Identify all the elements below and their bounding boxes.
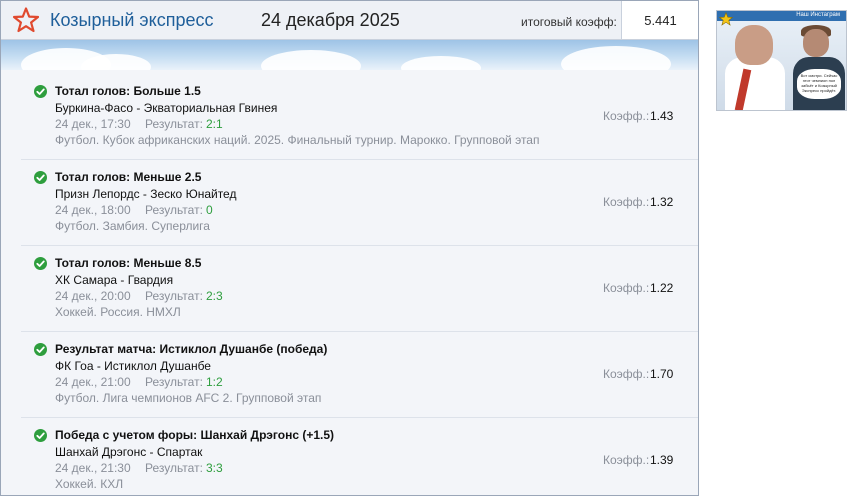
bet-league: Футбол. Лига чемпионов AFC 2. Групповой … <box>55 391 322 405</box>
coef-label: Коэфф.: <box>603 367 650 381</box>
coef-label: Коэфф.: <box>603 281 650 295</box>
bet-match: Шанхай Дрэгонс - Спартак <box>55 445 203 459</box>
bet-coef: 1.43 <box>650 109 674 123</box>
express-date: 24 декабря 2025 <box>261 10 400 30</box>
coef-label: Коэфф.: <box>603 195 650 209</box>
bet-market: Результат матча: Истиклол Душанбе (побед… <box>55 342 328 356</box>
bet-coef: 1.70 <box>650 367 674 381</box>
bet-coef: 1.32 <box>650 195 674 209</box>
bet-match: Призн Лепордс - Зеско Юнайтед <box>55 187 237 201</box>
sky-banner <box>1 40 698 70</box>
check-icon <box>34 343 47 356</box>
bet-market: Победа с учетом форы: Шанхай Дрэгонс (+1… <box>55 428 335 442</box>
check-icon <box>34 257 47 270</box>
bet-league: Футбол. Замбия. Суперлига <box>55 219 210 233</box>
promo-face-woman <box>735 25 773 65</box>
total-coef-value: 5.441 <box>644 13 677 28</box>
bet-result: 2:3 <box>206 289 223 303</box>
bet-match: ФК Гоа - Истиклол Душанбе <box>55 359 211 373</box>
star-icon <box>719 12 733 26</box>
bet-result: 3:3 <box>206 461 223 475</box>
bet-result: 0 <box>206 203 213 217</box>
bet-time: 24 дек., 21:00 <box>55 375 131 389</box>
bet-list: Тотал голов: Больше 1.5 Буркина-Фасо - Э… <box>21 74 698 503</box>
bet-result: 2:1 <box>206 117 223 131</box>
promo-face-man <box>803 29 829 57</box>
bet-league: Футбол. Кубок африканских наций. 2025. Ф… <box>55 133 540 147</box>
result-label: Результат: <box>145 461 203 475</box>
bet-item: Тотал голов: Меньше 2.5 Призн Лепордс - … <box>21 160 698 246</box>
bet-match: ХК Самара - Гвардия <box>55 273 174 287</box>
express-panel: Козырный экспресс 24 декабря 2025 итогов… <box>0 0 699 496</box>
bet-time: 24 дек., 20:00 <box>55 289 131 303</box>
bet-coef: 1.39 <box>650 453 674 467</box>
promo-bubble-text: Вот смотри. Сейчас этот чемпион пол забь… <box>800 73 838 93</box>
result-label: Результат: <box>145 375 203 389</box>
bet-item: Победа с учетом форы: Шанхай Дрэгонс (+1… <box>21 418 698 503</box>
bet-item: Результат матча: Истиклол Душанбе (побед… <box>21 332 698 418</box>
check-icon <box>34 85 47 98</box>
bet-time: 24 дек., 17:30 <box>55 117 131 131</box>
bet-market: Тотал голов: Меньше 8.5 <box>55 256 202 270</box>
bet-league: Хоккей. КХЛ <box>55 477 124 491</box>
bet-market: Тотал голов: Меньше 2.5 <box>55 170 202 184</box>
header-bar: Козырный экспресс 24 декабря 2025 итогов… <box>1 1 698 40</box>
bet-market: Тотал голов: Больше 1.5 <box>55 84 201 98</box>
result-label: Результат: <box>145 117 203 131</box>
bet-item: Тотал голов: Больше 1.5 Буркина-Фасо - Э… <box>21 74 698 160</box>
check-icon <box>34 171 47 184</box>
result-label: Результат: <box>145 289 203 303</box>
promo-top-text: Наш Инстаграм <box>796 12 840 18</box>
bet-match: Буркина-Фасо - Экваториальная Гвинея <box>55 101 278 115</box>
result-label: Результат: <box>145 203 203 217</box>
promo-top-bar: Наш Инстаграм <box>717 11 846 21</box>
total-coef-box: 5.441 <box>621 1 698 39</box>
bet-time: 24 дек., 18:00 <box>55 203 131 217</box>
promo-banner[interactable]: Наш Инстаграм Вот смотри. Сейчас этот че… <box>716 10 847 111</box>
coef-label: Коэфф.: <box>603 453 650 467</box>
bet-league: Хоккей. Россия. НМХЛ <box>55 305 181 319</box>
star-logo-icon <box>13 7 39 33</box>
coef-label: Коэфф.: <box>603 109 650 123</box>
bet-result: 1:2 <box>206 375 223 389</box>
bet-item: Тотал голов: Меньше 8.5 ХК Самара - Гвар… <box>21 246 698 332</box>
check-icon <box>34 429 47 442</box>
promo-person-woman <box>725 57 785 110</box>
bet-coef: 1.22 <box>650 281 674 295</box>
total-coef-label: итоговый коэфф: <box>521 15 617 29</box>
bet-time: 24 дек., 21:30 <box>55 461 131 475</box>
brand-title: Козырный экспресс <box>50 10 214 30</box>
